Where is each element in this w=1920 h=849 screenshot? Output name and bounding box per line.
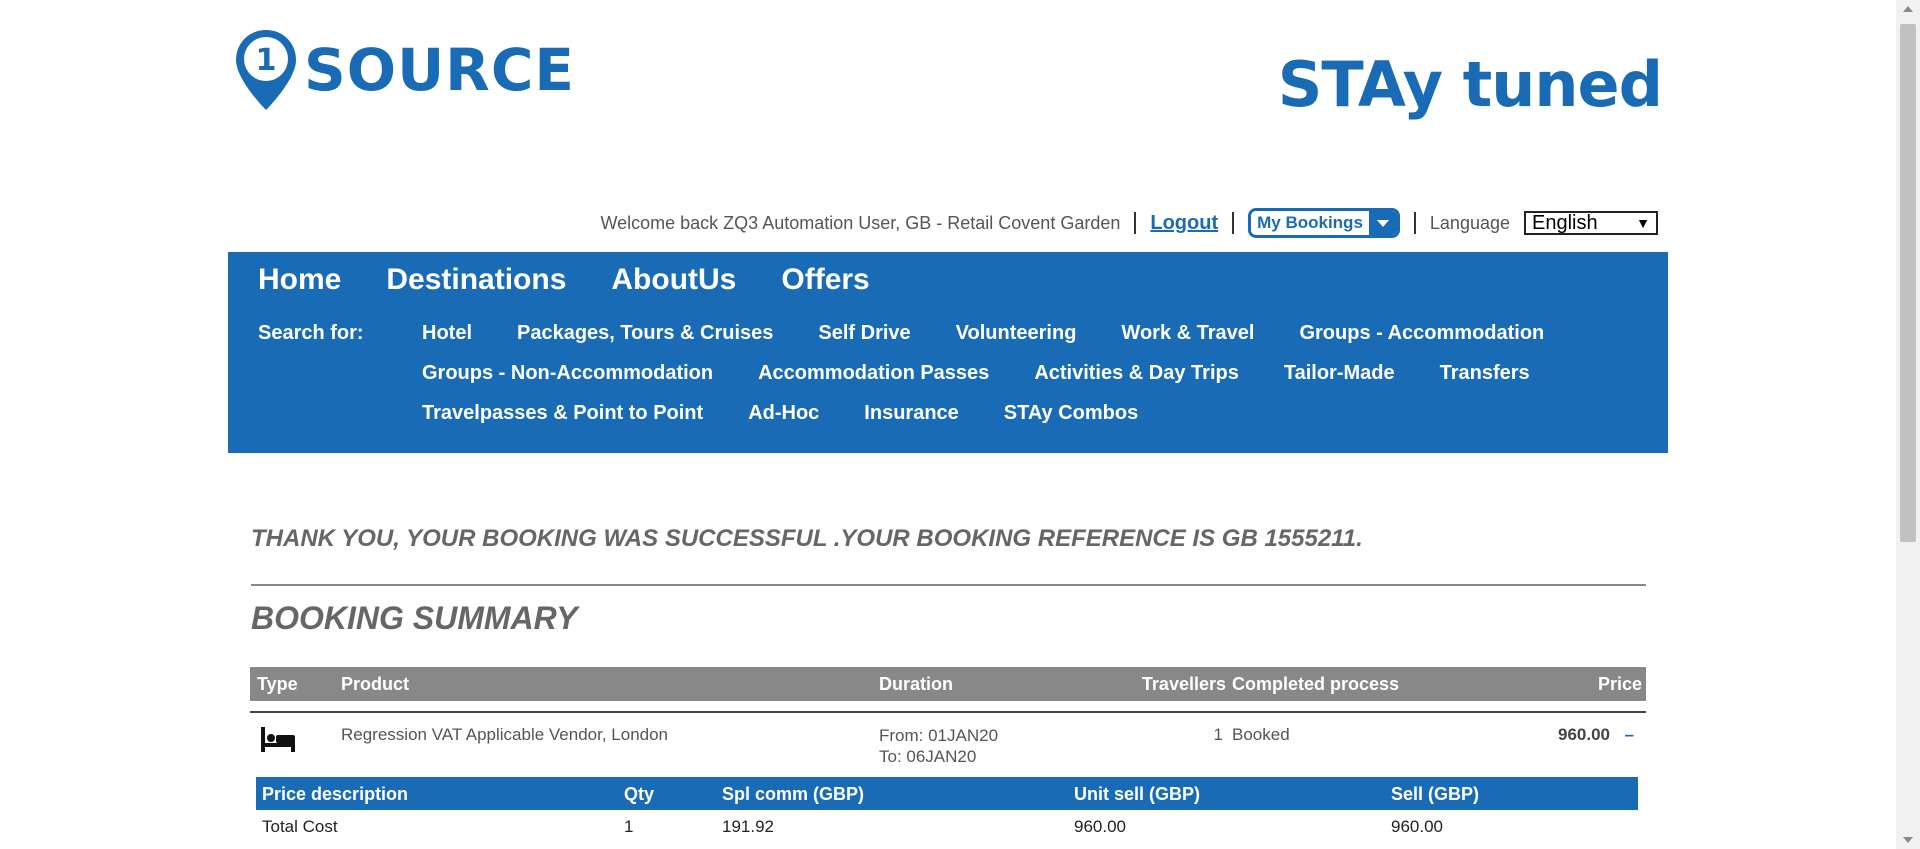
table-row: Regression VAT Applicable Vendor, London… (250, 711, 1646, 775)
booking-table-header: Type Product Duration Travellers Complet… (250, 667, 1646, 701)
chevron-down-icon (1368, 211, 1397, 235)
logout-link[interactable]: Logout (1150, 212, 1218, 235)
search-links-row: Groups - Non-Accommodation Accommodation… (422, 362, 1622, 402)
col-qty: Qty (624, 784, 655, 804)
stay-tuned-logo[interactable]: STAy tuned (1278, 48, 1663, 121)
language-value: English (1532, 211, 1598, 234)
booking-success-message: THANK YOU, YOUR BOOKING WAS SUCCESSFUL .… (251, 525, 1363, 552)
col-product: Product (341, 674, 410, 694)
scroll-up-icon[interactable] (1903, 6, 1913, 12)
price-table-header: Price description Qty Spl comm (GBP) Uni… (256, 777, 1638, 810)
my-bookings-dropdown[interactable]: My Bookings (1248, 208, 1400, 238)
logo-text: SOURCE (304, 36, 576, 104)
row-price: 960.00 (1558, 725, 1610, 744)
search-link-self-drive[interactable]: Self Drive (818, 322, 910, 362)
nav-aboutus[interactable]: AboutUs (611, 258, 736, 302)
search-links: Hotel Packages, Tours & Cruises Self Dri… (422, 322, 1622, 442)
search-link-travelpasses[interactable]: Travelpasses & Point to Point (422, 402, 703, 442)
bed-icon (261, 727, 295, 752)
language-label: Language (1429, 212, 1510, 233)
booking-summary-title: BOOKING SUMMARY (251, 600, 578, 636)
col-spl-comm: Spl comm (GBP) (722, 784, 865, 804)
primary-nav: Home Destinations AboutUs Offers (258, 258, 915, 302)
divider (251, 584, 1646, 586)
search-link-accommodation-passes[interactable]: Accommodation Passes (758, 362, 989, 402)
search-link-stay-combos[interactable]: STAy Combos (1004, 402, 1138, 442)
table-row: Total Cost 1 191.92 960.00 960.00 (256, 810, 1666, 840)
one-source-logo[interactable]: 1 SOURCE (234, 28, 575, 112)
price-sell: 960.00 (1391, 817, 1443, 836)
search-link-tailor-made[interactable]: Tailor-Made (1284, 362, 1395, 402)
nav-destinations[interactable]: Destinations (386, 258, 566, 302)
price-qty: 1 (624, 817, 634, 836)
language-select[interactable]: English ▼ (1524, 211, 1658, 235)
price-unit-sell: 960.00 (1074, 817, 1126, 836)
divider (1232, 212, 1235, 234)
divider (1413, 212, 1416, 234)
search-links-row: Travelpasses & Point to Point Ad-Hoc Ins… (422, 402, 1622, 442)
product-name: Regression VAT Applicable Vendor, London (341, 725, 669, 744)
search-link-insurance[interactable]: Insurance (864, 402, 958, 442)
search-link-volunteering[interactable]: Volunteering (956, 322, 1077, 362)
user-bar: Welcome back ZQ3 Automation User, GB - R… (600, 208, 1658, 238)
search-link-work-travel[interactable]: Work & Travel (1121, 322, 1254, 362)
completed-status: Booked (1232, 725, 1290, 744)
col-unit-sell: Unit sell (GBP) (1074, 784, 1201, 804)
collapse-toggle[interactable]: – (1625, 725, 1634, 745)
duration-from: From: 01JAN20 (879, 726, 999, 745)
price-breakdown-table: Price description Qty Spl comm (GBP) Uni… (256, 777, 1666, 840)
nav-offers[interactable]: Offers (781, 258, 869, 302)
col-duration: Duration (879, 674, 953, 694)
search-link-activities[interactable]: Activities & Day Trips (1034, 362, 1239, 402)
dropdown-arrow-icon: ▼ (1636, 215, 1650, 231)
price-spl-comm: 191.92 (722, 817, 774, 836)
col-price: Price (1597, 674, 1642, 694)
col-sell: Sell (GBP) (1391, 784, 1480, 804)
search-link-groups-accommodation[interactable]: Groups - Accommodation (1299, 322, 1544, 362)
col-completed: Completed process (1232, 674, 1400, 694)
main-navigation: Home Destinations AboutUs Offers Search … (228, 252, 1668, 453)
duration-to: To: 06JAN20 (879, 747, 977, 766)
search-link-ad-hoc[interactable]: Ad-Hoc (748, 402, 819, 442)
search-link-packages[interactable]: Packages, Tours & Cruises (517, 322, 773, 362)
search-links-row: Hotel Packages, Tours & Cruises Self Dri… (422, 322, 1622, 362)
scroll-down-icon[interactable] (1903, 837, 1913, 843)
price-description: Total Cost (262, 817, 338, 836)
search-for-label: Search for: (258, 322, 364, 344)
scrollbar-thumb[interactable] (1900, 24, 1916, 542)
nav-home[interactable]: Home (258, 258, 341, 302)
logo-number: 1 (256, 43, 277, 78)
col-price-description: Price description (262, 784, 409, 804)
search-link-groups-non-accommodation[interactable]: Groups - Non-Accommodation (422, 362, 713, 402)
booking-summary-table: Type Product Duration Travellers Complet… (250, 667, 1646, 775)
col-type: Type (257, 674, 298, 694)
travellers-count: 1 (1213, 725, 1223, 744)
col-travellers: Travellers (1141, 674, 1226, 694)
my-bookings-label: My Bookings (1251, 211, 1369, 235)
welcome-text: Welcome back ZQ3 Automation User, GB - R… (600, 212, 1121, 233)
search-link-hotel[interactable]: Hotel (422, 322, 472, 362)
vertical-scrollbar[interactable] (1896, 0, 1920, 849)
search-link-transfers[interactable]: Transfers (1440, 362, 1530, 402)
divider (1134, 212, 1137, 234)
map-pin-icon: 1 (236, 30, 296, 110)
duration-dates: From: 01JAN20 To: 06JAN20 (879, 725, 998, 767)
